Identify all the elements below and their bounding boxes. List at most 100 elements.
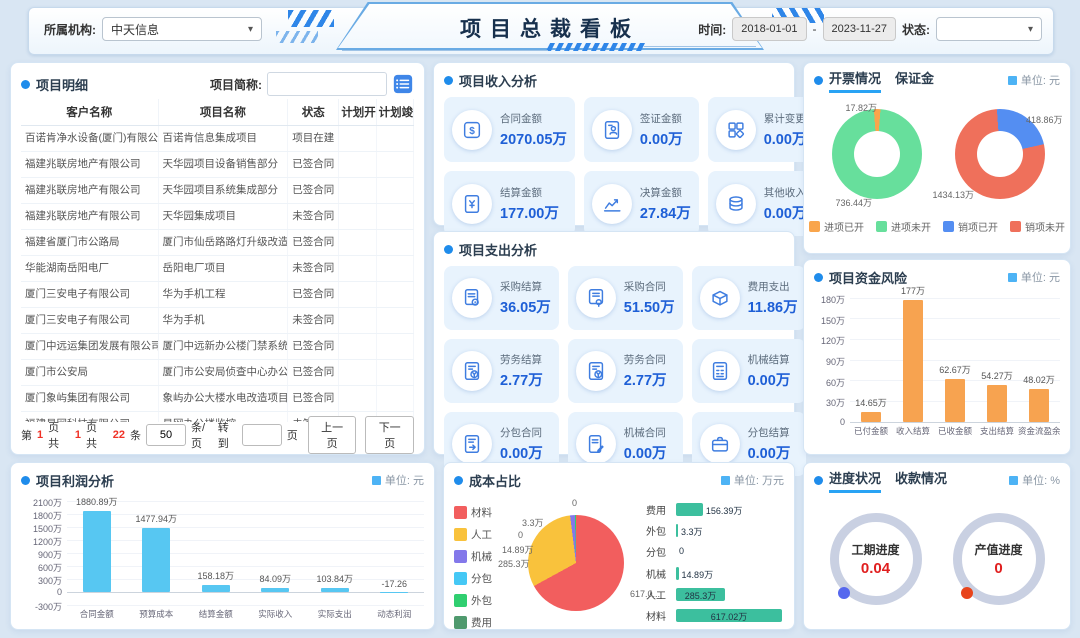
tab-deposit[interactable]: 保证金 — [895, 68, 934, 93]
table-cell: 厦门市公安局 — [21, 360, 159, 385]
org-select[interactable]: 中天信息 ▾ — [102, 17, 262, 41]
cost-bar — [676, 503, 703, 516]
column-header: 客户名称 — [21, 99, 159, 125]
bar-value-label: 103.84万 — [305, 572, 365, 585]
table-row[interactable]: 厦门三安电子有限公司华为手机工程已签合同 — [21, 282, 414, 308]
table-cell — [377, 308, 414, 333]
table-row[interactable]: 厦门三安电子有限公司华为手机未签合同 — [21, 308, 414, 334]
box-icon — [700, 278, 740, 318]
pager-total-pages: 1 — [75, 429, 81, 441]
table-cell: 天华园集成项目 — [159, 204, 289, 229]
table-cell — [377, 126, 414, 151]
metric-card: 结算金额177.00万 — [444, 171, 575, 236]
pager-total-items: 22 — [113, 429, 125, 441]
metric-label: 劳务合同 — [624, 352, 667, 367]
table-row[interactable]: 福建兆联房地产有限公司天华园项目系统集成部分已签合同 — [21, 178, 414, 204]
next-page-button[interactable]: 下一页 — [365, 416, 414, 454]
y-tick-label: 300万 — [38, 574, 62, 587]
y-tick-label: 180万 — [821, 293, 845, 306]
cost-row-label: 分包 — [646, 544, 676, 559]
dashboard-page: 项目总裁看板 所属机构: 中天信息 ▾ 时间: 2018-01-01 - 202… — [0, 0, 1080, 638]
category-label: 合同金额 — [67, 608, 127, 620]
bar — [380, 592, 408, 593]
y-tick-label: 120万 — [821, 334, 845, 347]
metric-label: 其他收入 — [764, 185, 807, 200]
start-date-input[interactable]: 2018-01-01 — [732, 17, 806, 41]
metric-value: 2.77万 — [500, 369, 543, 390]
project-search-input[interactable] — [267, 72, 387, 96]
pie-slice-label: 3.3万 — [522, 516, 544, 529]
metric-label: 分包结算 — [748, 425, 791, 440]
pager-text: 条 — [130, 427, 141, 443]
cost-pie-chart: 617.0...285.3万14.89万03.3万0 — [514, 497, 636, 623]
bar-column: 54.27万 — [976, 298, 1018, 422]
goto-page-input[interactable] — [242, 424, 282, 446]
cost-bar-track: 285.3万 — [676, 588, 784, 601]
banner-line-left — [342, 50, 548, 51]
tab-invoicing[interactable]: 开票情况 — [829, 68, 881, 93]
y-tick-label: 1500万 — [33, 522, 62, 535]
bar — [202, 585, 230, 592]
left-hatch-decoration — [288, 10, 334, 27]
income-analysis-panel: 项目收入分析 $合同金额2070.05万签证金额0.00万累计变更0.00万结算… — [433, 62, 795, 226]
table-row[interactable]: 厦门市公安局厦门市公安局侦查中心办公设...已签合同 — [21, 360, 414, 386]
legend-item[interactable]: 费用 — [454, 615, 514, 630]
y-tick-label: 0 — [57, 587, 62, 597]
page-size-input[interactable] — [146, 424, 186, 446]
legend-item[interactable]: 销项已开 — [943, 219, 998, 234]
table-cell: 厦门三安电子有限公司 — [21, 308, 159, 333]
legend-swatch — [1010, 221, 1021, 232]
profit-bar-chart: -300万0300万600万900万1200万1500万1800万2100万18… — [21, 501, 424, 620]
legend-label: 外包 — [471, 593, 492, 608]
table-row[interactable]: 华能湖南岳阳电厂岳阳电厂项目未签合同 — [21, 256, 414, 282]
table-header: 客户名称项目名称状态计划开始计划竣工 — [21, 99, 414, 126]
unit-label: 单位: 元 — [1008, 269, 1060, 285]
legend-item[interactable]: 进项未开 — [876, 219, 931, 234]
pager-text: 条/页 — [191, 419, 213, 451]
plot: 14.65万177万62.67万54.27万48.02万 — [850, 298, 1060, 422]
y-axis: 030万60万90万120万150万180万 — [814, 298, 850, 422]
table-cell — [339, 334, 376, 359]
title-dot-icon — [454, 476, 463, 485]
status-select[interactable]: ▾ — [936, 17, 1042, 41]
trend-chart-icon — [592, 184, 632, 224]
table-row[interactable]: 福建省厦门市公路局厦门市仙岳路路灯升级改造项目已签合同 — [21, 230, 414, 256]
tab-progress[interactable]: 进度状况 — [829, 468, 881, 493]
banner-line-right — [644, 46, 756, 47]
metric-card: 其他收入0.00万 — [708, 171, 815, 236]
legend-item[interactable]: 材料 — [454, 505, 514, 520]
tab-collection[interactable]: 收款情况 — [895, 468, 947, 493]
legend-item[interactable]: 人工 — [454, 527, 514, 542]
cost-row: 材料617.02万 — [646, 608, 784, 624]
bar — [987, 385, 1007, 422]
prev-page-button[interactable]: 上一页 — [308, 416, 357, 454]
cost-row-label: 外包 — [646, 523, 676, 538]
table-cell — [339, 386, 376, 411]
metric-value: 0.00万 — [640, 128, 683, 149]
cost-bar-track: 617.02万 — [676, 609, 784, 622]
invoicing-legend: 进项已开进项未开销项已开销项未开 — [814, 219, 1060, 234]
bar-value-label: 1477.94万 — [127, 512, 187, 525]
cost-row-label: 材料 — [646, 608, 676, 623]
list-icon[interactable] — [392, 73, 414, 95]
legend-item[interactable]: 进项已开 — [809, 219, 864, 234]
metric-value: 0.00万 — [748, 442, 791, 463]
bar-value-label: 84.09万 — [246, 572, 306, 585]
legend-item[interactable]: 分包 — [454, 571, 514, 586]
table-row[interactable]: 福建兆联房地产有限公司天华园项目设备销售部分已签合同 — [21, 152, 414, 178]
pager-text: 页 — [287, 427, 298, 443]
pie-slice-label: 285.3万 — [498, 557, 530, 570]
legend-item[interactable]: 外包 — [454, 593, 514, 608]
table-row[interactable]: 百诺肯净水设备(厦门)有限公司百诺肯信息集成项目项目在建 — [21, 126, 414, 152]
pagination: 第 1 页 共 1 页 共 22 条 条/页 转到 页 上一页 下一页 — [21, 422, 414, 448]
org-select-value: 中天信息 — [111, 21, 159, 38]
table-cell: 已签合同 — [288, 152, 339, 177]
table-row[interactable]: 福建兆联房地产有限公司天华园集成项目未签合同 — [21, 204, 414, 230]
legend-item[interactable]: 销项未开 — [1010, 219, 1065, 234]
end-date-input[interactable]: 2023-11-27 — [823, 17, 896, 41]
table-row[interactable]: 厦门中远运集团发展有限公司厦门中远新办公楼门禁系统已签合同 — [21, 334, 414, 360]
legend-swatch — [454, 528, 467, 541]
table-row[interactable]: 厦门象屿集团有限公司象屿办公大楼水电改造项目已签合同 — [21, 386, 414, 412]
metric-label: 签证金额 — [640, 111, 683, 126]
cost-row-value: 617.02万 — [676, 610, 782, 623]
